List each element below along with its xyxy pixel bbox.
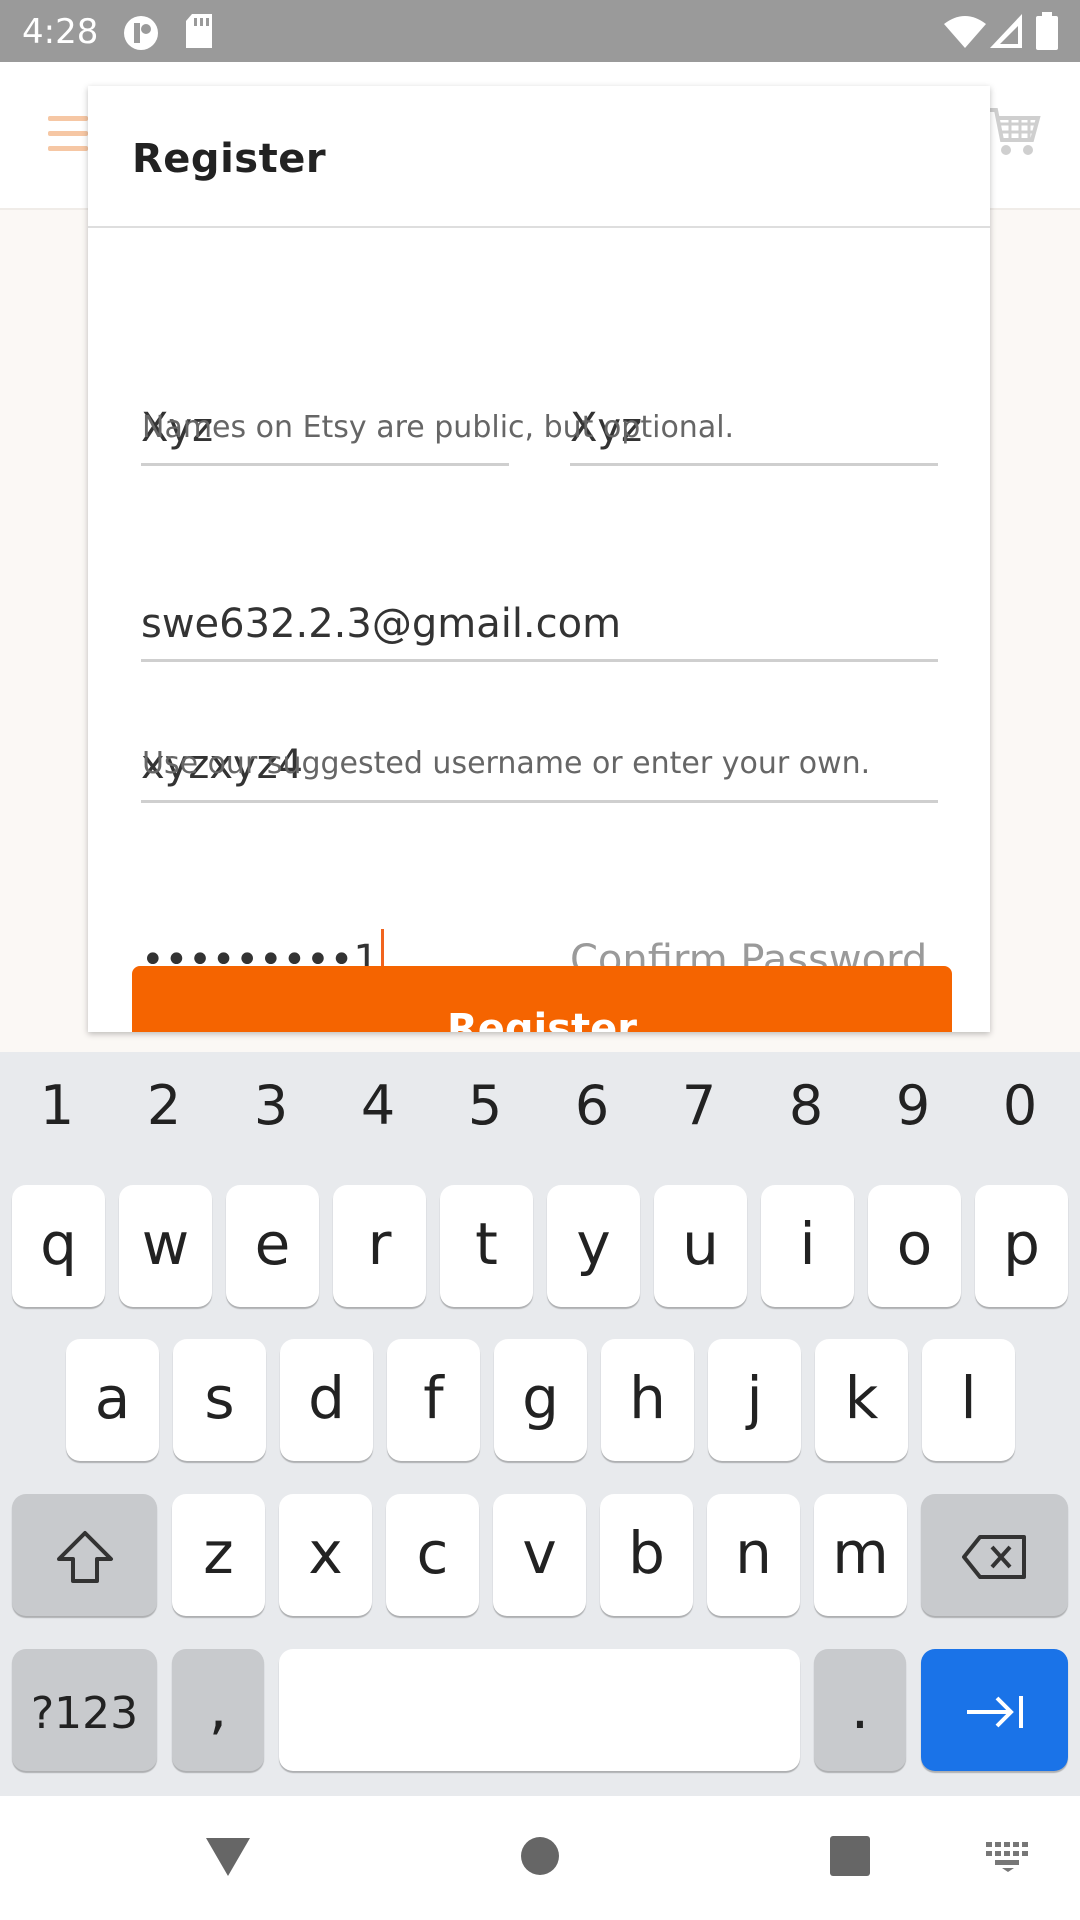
number-key-8[interactable]: 8: [756, 1074, 856, 1137]
recents-icon[interactable]: [830, 1836, 870, 1881]
key-e[interactable]: e: [226, 1185, 319, 1307]
key-m[interactable]: m: [814, 1494, 907, 1616]
notification-app-icon: [122, 14, 160, 57]
key-k[interactable]: k: [815, 1339, 908, 1461]
key-j[interactable]: j: [708, 1339, 801, 1461]
sd-card-icon: [184, 14, 214, 55]
symbols-key[interactable]: ?123: [12, 1649, 157, 1771]
number-row: 1234567890: [0, 1074, 1080, 1144]
number-key-5[interactable]: 5: [435, 1074, 535, 1137]
key-n[interactable]: n: [707, 1494, 800, 1616]
register-button[interactable]: Register: [132, 966, 952, 1032]
status-time: 4:28: [22, 12, 99, 52]
number-key-1[interactable]: 1: [7, 1074, 107, 1137]
navigation-bar: [0, 1796, 1080, 1920]
home-icon[interactable]: [520, 1836, 560, 1881]
back-icon[interactable]: [206, 1836, 250, 1883]
menu-icon[interactable]: [48, 116, 88, 156]
next-field-key[interactable]: [921, 1649, 1068, 1771]
number-key-6[interactable]: 6: [542, 1074, 642, 1137]
backspace-icon: [961, 1534, 1026, 1579]
shift-key[interactable]: [12, 1494, 157, 1616]
username-hint: Use our suggested username or enter your…: [142, 746, 871, 781]
key-g[interactable]: g: [494, 1339, 587, 1461]
register-dialog: Register Xyz Xyz Names on Etsy are publi…: [88, 86, 990, 1032]
backspace-key[interactable]: [921, 1494, 1068, 1616]
key-p[interactable]: p: [975, 1185, 1068, 1307]
key-z[interactable]: z: [172, 1494, 265, 1616]
key-a[interactable]: a: [66, 1339, 159, 1461]
email-value: swe632.2.3@gmail.com: [141, 601, 622, 647]
wifi-icon: [944, 16, 986, 53]
key-x[interactable]: x: [279, 1494, 372, 1616]
period-key[interactable]: .: [814, 1649, 906, 1771]
dialog-divider: [88, 226, 990, 228]
key-w[interactable]: w: [119, 1185, 212, 1307]
key-d[interactable]: d: [280, 1339, 373, 1461]
key-s[interactable]: s: [173, 1339, 266, 1461]
key-o[interactable]: o: [868, 1185, 961, 1307]
battery-icon: [1036, 12, 1058, 55]
key-c[interactable]: c: [386, 1494, 479, 1616]
key-l[interactable]: l: [922, 1339, 1015, 1461]
status-bar: 4:28: [0, 0, 1080, 62]
dialog-title: Register: [132, 136, 327, 182]
shift-icon: [56, 1530, 113, 1583]
key-f[interactable]: f: [387, 1339, 480, 1461]
number-key-0[interactable]: 0: [970, 1074, 1070, 1137]
key-y[interactable]: y: [547, 1185, 640, 1307]
comma-key[interactable]: ,: [172, 1649, 264, 1771]
email-field[interactable]: swe632.2.3@gmail.com: [141, 588, 938, 662]
key-r[interactable]: r: [333, 1185, 426, 1307]
number-key-4[interactable]: 4: [328, 1074, 428, 1137]
key-v[interactable]: v: [493, 1494, 586, 1616]
key-h[interactable]: h: [601, 1339, 694, 1461]
number-key-3[interactable]: 3: [221, 1074, 321, 1137]
space-key[interactable]: [279, 1649, 800, 1771]
key-q[interactable]: q: [12, 1185, 105, 1307]
key-t[interactable]: t: [440, 1185, 533, 1307]
keyboard-switch-icon[interactable]: [986, 1842, 1030, 1877]
key-u[interactable]: u: [654, 1185, 747, 1307]
next-field-icon: [966, 1695, 1023, 1728]
number-key-9[interactable]: 9: [863, 1074, 963, 1137]
key-i[interactable]: i: [761, 1185, 854, 1307]
number-key-7[interactable]: 7: [649, 1074, 749, 1137]
key-b[interactable]: b: [600, 1494, 693, 1616]
soft-keyboard: 1234567890 qwertyuiop asdfghjkl zxcvbnm …: [0, 1052, 1080, 1796]
cart-icon[interactable]: [986, 104, 1042, 165]
names-hint: Names on Etsy are public, but optional.: [142, 410, 735, 445]
number-key-2[interactable]: 2: [114, 1074, 214, 1137]
signal-icon: [990, 14, 1022, 53]
